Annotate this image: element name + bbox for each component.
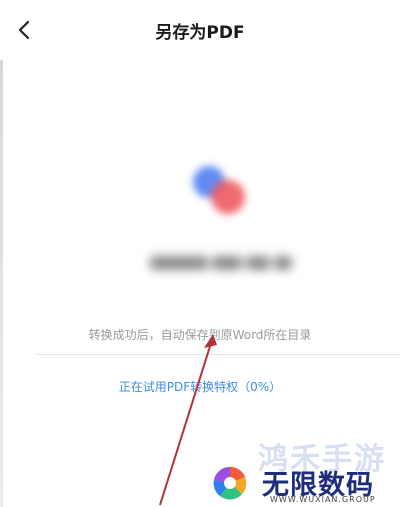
top-bar: 另存为PDF bbox=[0, 0, 400, 60]
page-title: 另存为PDF bbox=[155, 23, 245, 43]
divider bbox=[36, 354, 400, 355]
left-edge-divider bbox=[0, 60, 3, 507]
pdf-trial-link[interactable]: 正在试用PDF转换特权（0%） bbox=[0, 378, 400, 395]
watermark-url: WWW.WUXIAN.GROUP bbox=[270, 495, 376, 504]
save-location-hint: 转换成功后，自动保存到原Word所在目录 bbox=[88, 328, 312, 342]
watermark-logo-icon bbox=[213, 466, 247, 500]
app-logo-icon bbox=[193, 166, 251, 222]
blurred-file-name bbox=[150, 253, 298, 273]
